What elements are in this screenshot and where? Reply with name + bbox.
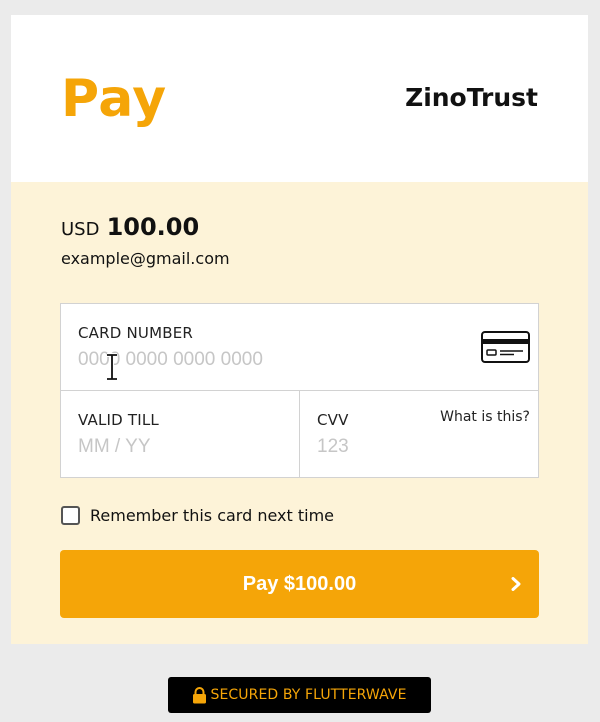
remember-card-checkbox[interactable] [61, 505, 80, 525]
card-number-label: CARD NUMBER [78, 324, 194, 342]
cvv-field[interactable]: CVV What is this? [300, 391, 538, 477]
pay-button-label: Pay $100.00 [242, 572, 357, 595]
cvv-help-link[interactable]: What is this? [440, 409, 530, 425]
customer-email: example@gmail.com [61, 249, 230, 268]
credit-card-icon [481, 331, 530, 363]
chevron-right-icon [511, 577, 521, 591]
amount-value: 100.00 [106, 213, 200, 241]
card-form: CARD NUMBER VALID TILL CVV What is this? [60, 303, 539, 478]
remember-card-option[interactable]: Remember this card next time [61, 503, 334, 527]
valid-till-input[interactable] [78, 434, 278, 460]
card-number-field[interactable]: CARD NUMBER [61, 304, 538, 391]
modal-header: Pay ZinoTrust [11, 15, 588, 182]
valid-till-field[interactable]: VALID TILL [61, 391, 300, 477]
amount-display: USD 100.00 [61, 211, 199, 246]
valid-till-label: VALID TILL [78, 411, 159, 429]
payment-modal: Pay ZinoTrust USD 100.00 example@gmail.c… [11, 15, 588, 644]
remember-card-label: Remember this card next time [90, 505, 335, 525]
currency-code: USD [61, 219, 100, 240]
secured-badge: SECURED BY FLUTTERWAVE [168, 677, 431, 713]
card-number-input[interactable] [78, 347, 468, 373]
pay-title: Pay [61, 69, 167, 129]
cvv-input[interactable] [317, 434, 447, 460]
pay-button[interactable]: Pay $100.00 [60, 550, 539, 618]
merchant-name: ZinoTrust [405, 83, 538, 112]
lock-icon [193, 686, 207, 703]
secured-badge-text: SECURED BY FLUTTERWAVE [210, 687, 407, 703]
cvv-label: CVV [317, 411, 349, 429]
text-cursor-icon [107, 353, 117, 381]
